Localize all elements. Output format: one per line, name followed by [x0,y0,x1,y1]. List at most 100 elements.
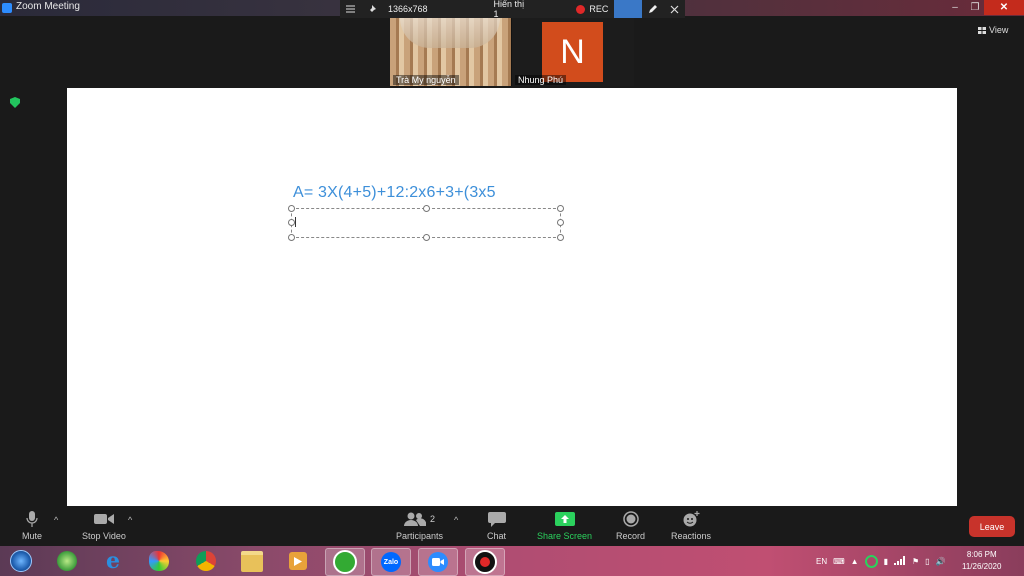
zalo-icon: Zalo [381,552,401,572]
folder-icon [241,550,263,572]
taskbar-app-orange[interactable] [325,548,365,576]
resize-handle[interactable] [557,234,564,241]
participant-video-tile[interactable]: N Nhung Phú [512,18,634,86]
record-icon [622,510,639,528]
close-button[interactable]: ✕ [984,0,1024,15]
menu-icon[interactable] [340,0,361,18]
mute-button[interactable]: Mute [22,510,42,541]
taskbar-app-explorer[interactable] [233,548,271,574]
participant-strip: Trà My nguyễn N Nhung Phú [390,18,634,86]
text-caret [295,217,296,227]
stop-video-button[interactable]: Stop Video [82,510,126,541]
windows-taskbar: e Zalo EN ⌨ ▲ ▮ ⚑ ▯ 🔊 8:06 PM 11/26/2020 [0,546,1024,576]
screen-recorder-icon [473,550,497,574]
resize-handle[interactable] [288,219,295,226]
participants-label: Participants [396,531,444,541]
record-button[interactable]: Record [616,510,645,541]
avatar: N [542,22,603,82]
participants-icon: 2 [404,510,435,528]
volume-icon[interactable]: 🔊 [936,557,946,566]
start-button[interactable] [2,548,40,574]
security-shield-icon[interactable] [10,97,20,108]
share-screen-button[interactable]: Share Screen [537,510,592,541]
resize-handle[interactable] [288,234,295,241]
reactions-button[interactable]: Reactions [671,510,711,541]
internet-explorer-icon: e [106,548,120,574]
resize-handle[interactable] [423,234,430,241]
rec-label: REC [589,4,609,14]
participant-video-tile[interactable]: Trà My nguyễn [390,18,511,86]
chat-label: Chat [487,531,507,541]
grid-icon [978,26,986,34]
video-feed-image [400,18,500,48]
resize-handle[interactable] [557,205,564,212]
zoom-app-icon [2,3,12,13]
taskbar-app-zoom[interactable] [418,548,458,576]
resize-handle[interactable] [288,205,295,212]
rec-indicator[interactable]: REC [570,0,614,18]
participant-name: Nhung Phú [515,75,567,85]
taskbar-app-ie[interactable]: e [94,548,132,574]
flag-icon[interactable]: ⚑ [912,557,919,566]
taskbar-app-network[interactable] [48,548,86,574]
math-expression: A= 3X(4+5)+12:2x6+3+(3x5 [293,184,496,201]
video-camera-icon [93,510,114,528]
annotate-toggle-button[interactable] [614,0,642,18]
taskbar-app-media[interactable] [279,548,317,574]
pencil-icon[interactable] [642,0,664,18]
participants-button[interactable]: 2 Participants [396,510,443,541]
paint-palette-icon [149,551,169,571]
emoji-plus-icon [682,510,700,528]
language-indicator[interactable]: EN [816,557,827,566]
resize-handle[interactable] [557,219,564,226]
taskbar-app-paint[interactable] [140,548,178,574]
resize-handle[interactable] [423,205,430,212]
taskbar-app-recorder[interactable] [465,548,505,576]
participants-count: 2 [430,514,436,524]
record-dot-icon [576,4,586,14]
chrome-icon [196,551,216,571]
close-share-icon[interactable] [664,0,685,18]
mute-options-chevron-icon[interactable]: ^ [54,515,58,525]
participant-name: Trà My nguyễn [393,75,459,85]
pin-icon[interactable] [361,0,382,18]
green-circle-app-icon [333,550,357,574]
clock-time: 8:06 PM [966,550,997,559]
participants-options-chevron-icon[interactable]: ^ [454,515,458,525]
mute-label: Mute [22,531,43,541]
microphone-icon [26,510,38,528]
status-green-icon[interactable] [864,554,878,568]
shared-screen-canvas[interactable]: A= 3X(4+5)+12:2x6+3+(3x5 [67,88,957,506]
media-player-icon [289,552,307,570]
keyboard-icon[interactable]: ⌨ [833,557,845,566]
resolution-label: 1366x768 [388,4,428,14]
meeting-toolbar: Mute ^ Stop Video ^ 2 Participants ^ Cha… [0,506,1024,546]
battery-charge-icon[interactable]: ▯ [925,557,929,566]
network-signal-icon[interactable] [894,555,906,567]
share-toolbar: 1366x768 Hiển thị 1 REC [340,0,685,19]
window-title: Zoom Meeting [16,1,80,12]
reactions-label: Reactions [671,531,712,541]
share-screen-label: Share Screen [537,531,593,541]
view-label: View [989,25,1009,35]
taskbar-app-chrome[interactable] [187,548,225,574]
record-label: Record [616,531,646,541]
video-options-chevron-icon[interactable]: ^ [128,515,132,525]
display-label[interactable]: Hiển thị 1 [488,0,533,19]
taskbar-app-zalo[interactable]: Zalo [371,548,411,576]
view-button[interactable]: View [978,25,1008,35]
show-hidden-icons-chevron-icon[interactable]: ▲ [851,557,859,566]
network-app-icon [57,551,77,571]
zoom-icon [428,552,448,572]
system-tray: EN ⌨ ▲ ▮ ⚑ ▯ 🔊 [816,546,946,576]
chat-icon [487,510,506,528]
windows-start-icon [10,550,32,572]
stop-video-label: Stop Video [82,531,126,541]
share-screen-icon [554,510,575,528]
battery-icon[interactable]: ▮ [884,557,888,566]
clock-date: 11/26/2020 [962,562,1002,571]
taskbar-clock[interactable]: 8:06 PM 11/26/2020 [962,549,1001,573]
text-box[interactable] [288,205,564,241]
leave-button[interactable]: Leave [969,516,1015,537]
chat-button[interactable]: Chat [487,510,506,541]
